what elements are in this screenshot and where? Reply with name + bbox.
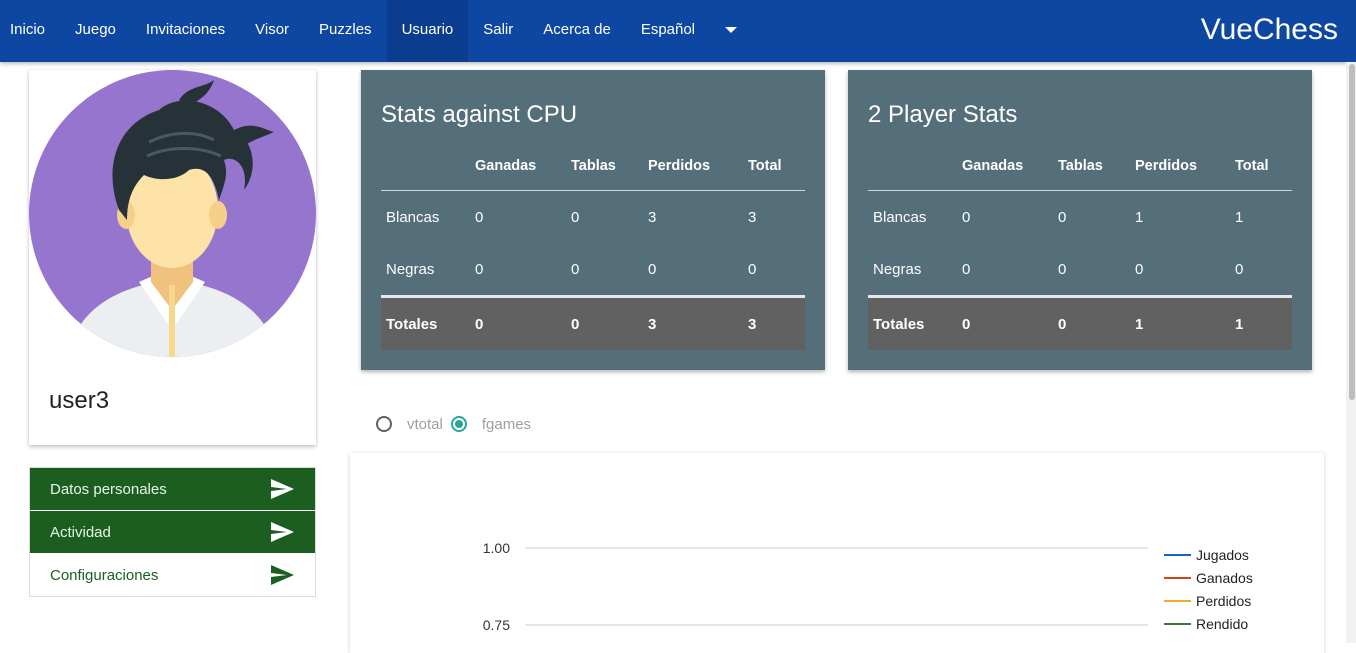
scrollbar-thumb[interactable] <box>1349 64 1355 400</box>
table-cell: 0 <box>1058 315 1067 333</box>
top-navbar: Inicio Juego Invitaciones Visor Puzzles … <box>0 0 1356 62</box>
menu-item-label: Datos personales <box>50 480 167 498</box>
table-footer-row: Totales 0 0 3 3 <box>381 298 805 350</box>
radio-label[interactable]: fgames <box>482 416 531 433</box>
nav-menu: Inicio Juego Invitaciones Visor Puzzles … <box>0 0 752 62</box>
username: user3 <box>49 387 110 414</box>
table-cell: 0 <box>748 260 757 278</box>
radio-label[interactable]: vtotal <box>407 416 443 433</box>
column-header: Ganadas <box>475 158 537 174</box>
profile-card: user3 <box>29 70 316 445</box>
send-icon <box>271 565 294 585</box>
table-cell: 0 <box>962 260 971 278</box>
table-cell: 0 <box>1058 260 1067 278</box>
table-cell: Totales <box>386 315 438 333</box>
table-row: Blancas 0 0 3 3 <box>381 191 805 243</box>
nav-item-invitaciones[interactable]: Invitaciones <box>131 0 240 62</box>
menu-item-label: Actividad <box>50 523 111 541</box>
language-label: Español <box>640 21 696 38</box>
chart-mode-radio-group: vtotal fgames <box>376 414 539 434</box>
legend-item[interactable]: Jugados <box>1164 547 1249 563</box>
table-cell: 0 <box>571 315 580 333</box>
legend-label: Ganados <box>1196 570 1253 586</box>
stats-table: Ganadas Tablas Perdidos Total Blancas 0 … <box>381 140 805 350</box>
table-cell: 0 <box>571 208 580 226</box>
table-cell: 1 <box>1135 208 1144 226</box>
nav-item-acerca[interactable]: Acerca de <box>528 0 626 62</box>
legend-item[interactable]: Rendido <box>1164 616 1248 632</box>
legend-item[interactable]: Ganados <box>1164 570 1253 586</box>
nav-item-inicio[interactable]: Inicio <box>0 0 60 62</box>
table-cell: 0 <box>571 260 580 278</box>
legend-label: Jugados <box>1196 547 1249 563</box>
user-avatar-icon <box>29 70 316 357</box>
table-cell: 0 <box>1058 208 1067 226</box>
table-cell: 0 <box>962 208 971 226</box>
table-header-row: Ganadas Tablas Perdidos Total <box>381 140 805 191</box>
nav-item-usuario[interactable]: Usuario <box>386 0 469 62</box>
table-row: Negras 0 0 0 0 <box>381 243 805 295</box>
send-icon <box>271 479 294 499</box>
legend-item[interactable]: Perdidos <box>1164 593 1251 609</box>
column-header: Total <box>748 158 782 174</box>
table-cell: 3 <box>748 315 757 333</box>
column-header: Tablas <box>1058 158 1103 174</box>
radio-vtotal[interactable] <box>376 416 392 432</box>
nav-item-salir[interactable]: Salir <box>468 0 528 62</box>
language-dropdown[interactable]: Español <box>626 0 753 62</box>
stats-table: Ganadas Tablas Perdidos Total Blancas 0 … <box>868 140 1292 350</box>
panel-title: 2 Player Stats <box>868 101 1018 128</box>
nav-item-puzzles[interactable]: Puzzles <box>304 0 387 62</box>
table-cell: 0 <box>648 260 657 278</box>
table-cell: Blancas <box>873 208 927 226</box>
column-header: Total <box>1235 158 1269 174</box>
column-header: Tablas <box>571 158 616 174</box>
caret-down-icon <box>725 27 738 34</box>
radio-fgames[interactable] <box>450 416 467 432</box>
table-cell: Negras <box>386 260 435 278</box>
table-cell: 0 <box>475 208 484 226</box>
table-footer-row: Totales 0 0 1 1 <box>868 298 1292 350</box>
activity-chart-card: 1.00 0.75 Jugados Ganados Perdidos Rendido <box>350 453 1324 653</box>
menu-item-configuraciones[interactable]: Configuraciones <box>30 554 315 596</box>
table-cell: Negras <box>873 260 922 278</box>
legend-label: Rendido <box>1196 616 1248 632</box>
stats-cpu-panel: Stats against CPU Ganadas Tablas Perdido… <box>361 70 825 370</box>
menu-item-actividad[interactable]: Actividad <box>30 511 315 553</box>
menu-item-label: Configuraciones <box>50 566 159 584</box>
column-header: Ganadas <box>962 158 1024 174</box>
brand-logo[interactable]: VueChess <box>1201 0 1338 60</box>
column-header: Perdidos <box>1135 158 1198 174</box>
table-row: Blancas 0 0 1 1 <box>868 191 1292 243</box>
table-cell: 1 <box>1235 315 1244 333</box>
menu-item-datos-personales[interactable]: Datos personales <box>30 468 315 510</box>
nav-item-visor[interactable]: Visor <box>240 0 304 62</box>
table-cell: 0 <box>962 315 971 333</box>
table-cell: 0 <box>1235 260 1244 278</box>
table-cell: 0 <box>475 315 484 333</box>
send-icon <box>271 522 294 542</box>
nav-item-juego[interactable]: Juego <box>60 0 131 62</box>
table-cell: 3 <box>748 208 757 226</box>
table-cell: 1 <box>1235 208 1244 226</box>
column-header: Perdidos <box>648 158 711 174</box>
table-cell: 3 <box>648 208 657 226</box>
profile-side-menu: Datos personales Actividad Configuracion… <box>29 467 316 597</box>
panel-title: Stats against CPU <box>381 101 578 128</box>
table-row: Negras 0 0 0 0 <box>868 243 1292 295</box>
legend-label: Perdidos <box>1196 593 1251 609</box>
table-cell: 0 <box>475 260 484 278</box>
y-tick-label: 1.00 <box>483 540 510 556</box>
table-cell: Blancas <box>386 208 440 226</box>
table-header-row: Ganadas Tablas Perdidos Total <box>868 140 1292 191</box>
y-tick-label: 0.75 <box>483 617 510 633</box>
table-cell: 3 <box>648 315 657 333</box>
stats-2player-panel: 2 Player Stats Ganadas Tablas Perdidos T… <box>848 70 1312 370</box>
table-cell: 0 <box>1135 260 1144 278</box>
table-cell: Totales <box>873 315 925 333</box>
table-cell: 1 <box>1135 315 1144 333</box>
line-chart: 1.00 0.75 Jugados Ganados Perdidos Rendido <box>483 540 1253 633</box>
